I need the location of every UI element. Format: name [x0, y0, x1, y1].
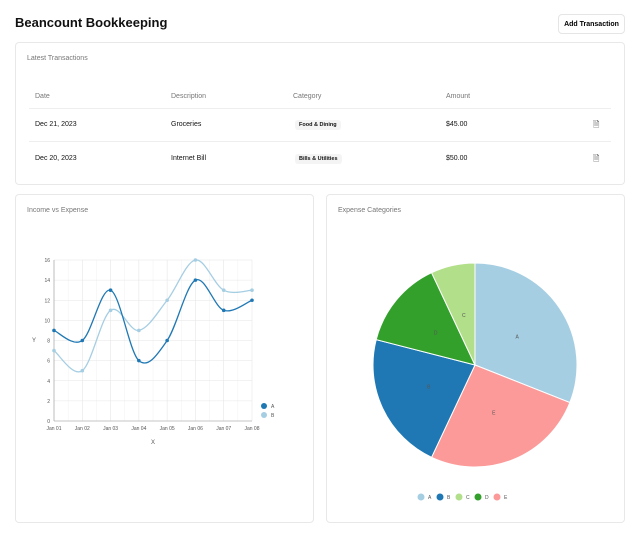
x-tick-label: Jan 06	[188, 426, 203, 432]
data-point-B	[165, 298, 169, 303]
x-tick-label: Jan 03	[103, 426, 118, 432]
y-tick-label: 14	[44, 278, 50, 284]
data-point-B	[250, 288, 254, 292]
y-tick-label: 12	[44, 298, 50, 304]
x-tick-label: Jan 08	[244, 426, 259, 432]
legend-label: C	[466, 495, 470, 501]
y-tick-label: 16	[44, 258, 50, 264]
legend-marker-D	[474, 493, 482, 501]
data-point-B	[80, 368, 85, 373]
data-point-B	[193, 258, 198, 262]
legend-label: B	[447, 495, 451, 501]
y-tick-label: 6	[47, 359, 50, 365]
slice-label: D	[434, 330, 438, 336]
y-tick-label: 4	[47, 379, 50, 385]
data-point-A	[108, 288, 113, 292]
legend-marker-E	[493, 493, 501, 501]
data-point-A	[221, 308, 226, 313]
x-tick-label: Jan 01	[46, 426, 61, 432]
data-point-A	[137, 358, 141, 363]
legend-label: A	[428, 495, 432, 501]
data-point-B	[137, 328, 141, 333]
x-tick-label: Jan 05	[160, 426, 175, 432]
y-tick-label: 10	[44, 318, 50, 324]
y-tick-label: 8	[47, 339, 50, 345]
charts-layer: Jan 01 Jan 02 Jan 03 Jan 04 Jan 05 Jan 06 Jan …	[32, 258, 578, 501]
x-tick-label: Jan 02	[75, 426, 90, 432]
y-tick-label: 2	[47, 399, 50, 405]
data-point-A	[250, 298, 254, 303]
data-point-A	[52, 328, 56, 333]
legend-label: A	[271, 404, 275, 410]
data-point-A	[80, 338, 85, 343]
legend-marker-B	[436, 493, 444, 501]
x-tick-label: Jan 07	[216, 426, 231, 432]
data-point-B	[108, 308, 113, 313]
data-point-B	[52, 348, 56, 353]
data-point-A	[193, 278, 198, 282]
legend-marker-A	[417, 493, 425, 501]
x-tick-label: Jan 04	[131, 426, 146, 432]
slice-label: C	[462, 313, 466, 319]
data-point-B	[221, 288, 226, 292]
legend-label: B	[271, 413, 275, 419]
x-axis-label: X	[151, 440, 155, 446]
y-axis-label: Y	[32, 338, 36, 344]
y-tick-label: 0	[47, 419, 50, 425]
legend-marker-A	[261, 403, 267, 409]
data-point-A	[165, 338, 169, 343]
legend-label: D	[485, 495, 489, 501]
legend-label: E	[504, 495, 508, 501]
legend-marker-C	[455, 493, 463, 501]
legend-marker-B	[261, 412, 267, 418]
